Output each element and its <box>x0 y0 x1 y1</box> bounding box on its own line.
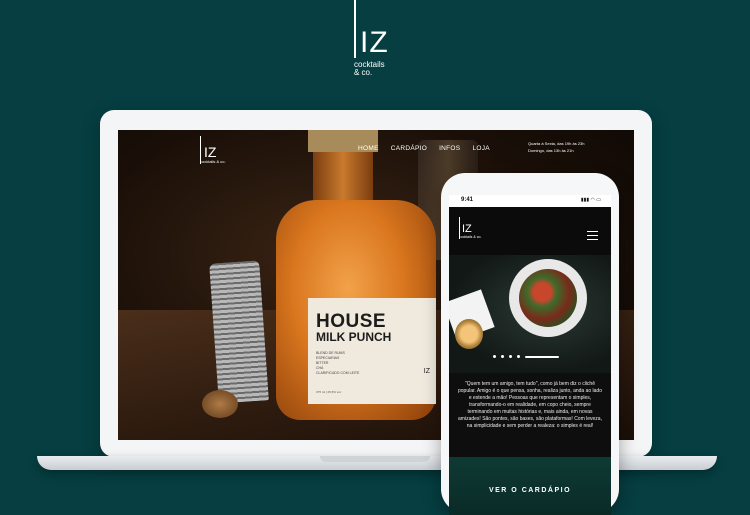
nutmeg-image <box>202 390 238 418</box>
bottle-label: HOUSE MILK PUNCH BLEND DE RUMS ESPECIARI… <box>308 298 436 404</box>
logo-tagline-line2: & co. <box>354 68 373 77</box>
hours-line: Domingo, das 13h às 21h <box>528 148 574 153</box>
label-details: BLEND DE RUMS ESPECIARIAS BITTER CHÁ CLA… <box>316 351 359 376</box>
status-time: 9:41 <box>461 197 474 203</box>
carousel-dot[interactable] <box>493 355 496 358</box>
logo-bar <box>354 0 356 58</box>
drink-glass-image <box>455 319 483 349</box>
site-logo[interactable]: IZ cocktails & co. <box>200 136 240 176</box>
mobile-hero <box>449 255 611 373</box>
nav-cardapio[interactable]: CARDÁPIO <box>391 145 427 152</box>
nav-loja[interactable]: LOJA <box>472 145 489 152</box>
carousel-dots <box>493 355 559 358</box>
mobile-logo-sub: cocktails & co. <box>459 235 482 239</box>
opening-hours: Quarta à Sexta, das 19h às 23h Domingo, … <box>528 140 584 154</box>
label-foot: 375 ml | 25,5% vol. <box>316 390 342 394</box>
site-logo-sub: cocktails & co. <box>200 159 226 164</box>
cta-banner <box>449 457 611 515</box>
signal-wifi-battery-icon: ▮▮▮ ◠ ▭ <box>580 197 601 203</box>
mobile-website: 9:41 ▮▮▮ ◠ ▭ IZ cocktails & co. "Quem te… <box>449 195 611 515</box>
octopus-dish-image <box>519 269 577 327</box>
mobile-logo-text: IZ <box>462 223 472 235</box>
label-detail: CLARIFICADO COM LEITE <box>316 371 360 375</box>
intro-text: "Quem tem um amigo, tem tudo", como já b… <box>458 381 602 429</box>
carousel-dot[interactable] <box>517 355 520 358</box>
carousel-dot[interactable] <box>509 355 512 358</box>
grater-image <box>209 260 269 404</box>
label-subtitle: MILK PUNCH <box>316 330 392 344</box>
mobile-logo[interactable]: IZ cocktails & co. <box>459 217 489 247</box>
nav-infos[interactable]: INFOS <box>439 145 460 152</box>
status-bar: 9:41 ▮▮▮ ◠ ▭ <box>449 195 611 207</box>
site-logo-text: IZ <box>204 144 217 160</box>
carousel-dot[interactable] <box>501 355 504 358</box>
logo-text: IZ <box>360 26 389 59</box>
mobile-header: IZ cocktails & co. <box>449 207 611 255</box>
site-nav: HOME CARDÁPIO INFOS LOJA <box>358 145 490 152</box>
label-title: HOUSE <box>316 311 387 332</box>
carousel-dot-active[interactable] <box>525 355 559 358</box>
view-menu-button[interactable]: VER O CARDÁPIO <box>449 487 611 494</box>
label-mark: IZ <box>423 368 430 375</box>
hamburger-icon[interactable] <box>587 231 598 240</box>
hours-line: Quarta à Sexta, das 19h às 23h <box>528 141 585 146</box>
nav-home[interactable]: HOME <box>358 145 379 152</box>
logo-tagline: cocktails & co. <box>354 61 385 77</box>
brand-logo: IZ cocktails & co. <box>350 0 410 80</box>
laptop-notch <box>320 456 430 462</box>
